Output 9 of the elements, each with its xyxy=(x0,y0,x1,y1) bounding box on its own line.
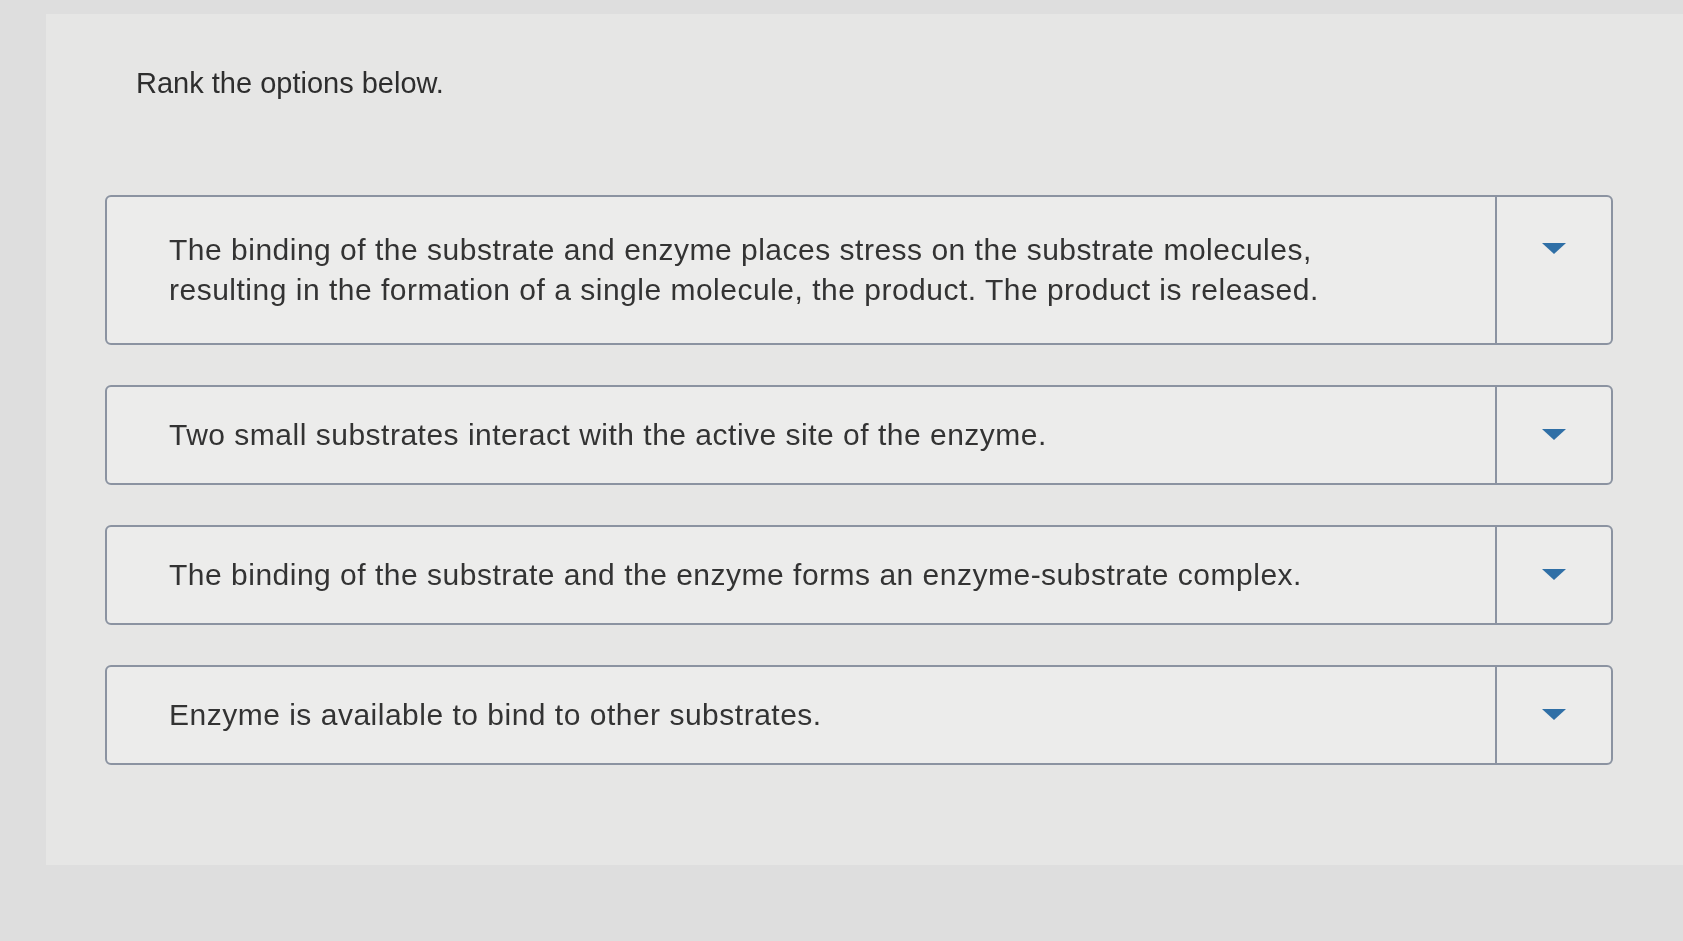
caret-down-icon xyxy=(1542,429,1566,441)
option-text: Enzyme is available to bind to other substrates. xyxy=(168,696,823,733)
option-text: The binding of the substrate and enzyme places stress on the substrate molecules, resulting in the formation of a single molecule, the product. The product is released. xyxy=(168,231,1320,308)
caret-down-icon xyxy=(1542,569,1566,581)
caret-down-icon xyxy=(1542,709,1566,721)
caret-down-icon xyxy=(1542,242,1566,254)
option-text: Two small substrates interact with the active site of the enzyme. xyxy=(168,416,1048,453)
instruction-text: Rank the options below. xyxy=(136,66,444,101)
option-text: The binding of the substrate and the enzyme forms an enzyme-substrate complex. xyxy=(168,556,1303,593)
